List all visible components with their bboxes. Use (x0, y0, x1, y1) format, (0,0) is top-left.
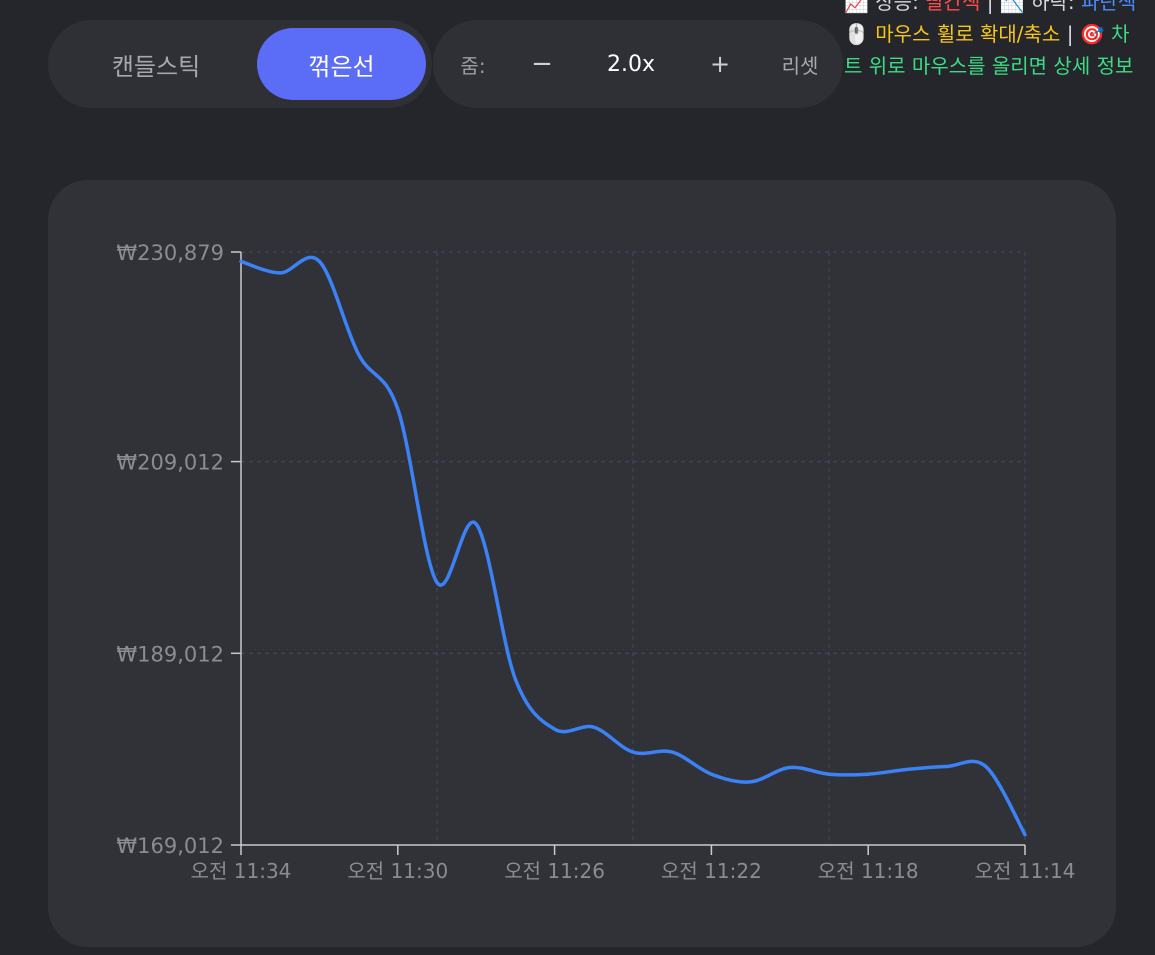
x-tick-label: 오전 11:22 (661, 859, 762, 883)
line-chart-button[interactable]: 꺾은선 (257, 28, 426, 100)
target-icon: 🎯 (1079, 22, 1105, 46)
data-point (983, 764, 989, 770)
x-tick-label: 오전 11:18 (818, 859, 919, 883)
grid-lines (241, 251, 1026, 845)
data-point (630, 749, 636, 755)
candlestick-button[interactable]: 캔들스틱 (56, 28, 256, 100)
mouse-wheel-hint: 마우스 휠로 확대/축소 (875, 22, 1061, 46)
data-point (708, 771, 714, 777)
zoom-in-button[interactable]: + (703, 20, 737, 108)
data-point (748, 779, 754, 785)
data-point (277, 270, 283, 276)
x-tick-label: 오전 11:34 (191, 859, 292, 883)
help-separator: | (986, 0, 994, 14)
up-color-word: 빨간색 (925, 0, 981, 14)
data-point (1022, 832, 1028, 838)
data-point (787, 764, 793, 770)
y-tick-label: ₩189,012 (116, 642, 224, 666)
data-point (944, 764, 950, 770)
data-point (316, 258, 322, 264)
data-point (591, 724, 597, 730)
price-series (238, 255, 1028, 838)
y-tick-label: ₩230,879 (116, 241, 224, 265)
x-tick-label: 오전 11:14 (975, 859, 1076, 883)
zoom-label: 줌: (460, 53, 486, 78)
data-point (395, 406, 401, 412)
data-point (865, 771, 871, 777)
mouse-icon: 🖱️ (844, 22, 869, 46)
data-point (552, 726, 558, 732)
y-tick-label: ₩209,012 (116, 451, 224, 475)
chart-down-icon: 📉 (999, 0, 1025, 14)
data-point (904, 766, 910, 772)
help-separator: | (1066, 22, 1074, 46)
zoom-level: 2.0x (606, 51, 655, 77)
down-legend-label: 하락: (1031, 0, 1075, 14)
up-legend-label: 상승: (875, 0, 919, 14)
data-point (473, 521, 479, 527)
data-point (238, 258, 244, 264)
data-point (434, 579, 440, 585)
chart-axes (231, 251, 1026, 855)
x-tick-label: 오전 11:30 (347, 859, 448, 883)
data-point (669, 749, 675, 755)
x-tick-label: 오전 11:26 (504, 859, 605, 883)
chart-help-text: 📈 상승: 빨간색 | 📉 하락: 파란색 🖱️ 마우스 휠로 확대/축소 | … (844, 0, 1144, 82)
y-tick-label: ₩169,012 (116, 834, 224, 858)
zoom-reset-button[interactable]: 리셋 (769, 20, 831, 108)
data-point (826, 771, 832, 777)
chart-type-toggle: 캔들스틱 꺾은선 (48, 20, 432, 108)
down-color-word: 파란색 (1081, 0, 1137, 14)
zoom-controls: 줌: − 2.0x + 리셋 (433, 20, 843, 108)
data-point (356, 351, 362, 357)
chart-card: ₩169,012 ₩189,012 ₩209,012 ₩230,879 오전 11:34… (48, 180, 1116, 947)
line-chart[interactable]: ₩169,012 ₩189,012 ₩209,012 ₩230,879 오전 11:34… (48, 180, 1116, 947)
zoom-out-button[interactable]: − (525, 20, 559, 108)
tick-labels: ₩169,012 ₩189,012 ₩209,012 ₩230,879 오전 11:34… (116, 241, 1075, 883)
data-point (512, 676, 518, 682)
chart-up-icon: 📈 (844, 0, 869, 14)
